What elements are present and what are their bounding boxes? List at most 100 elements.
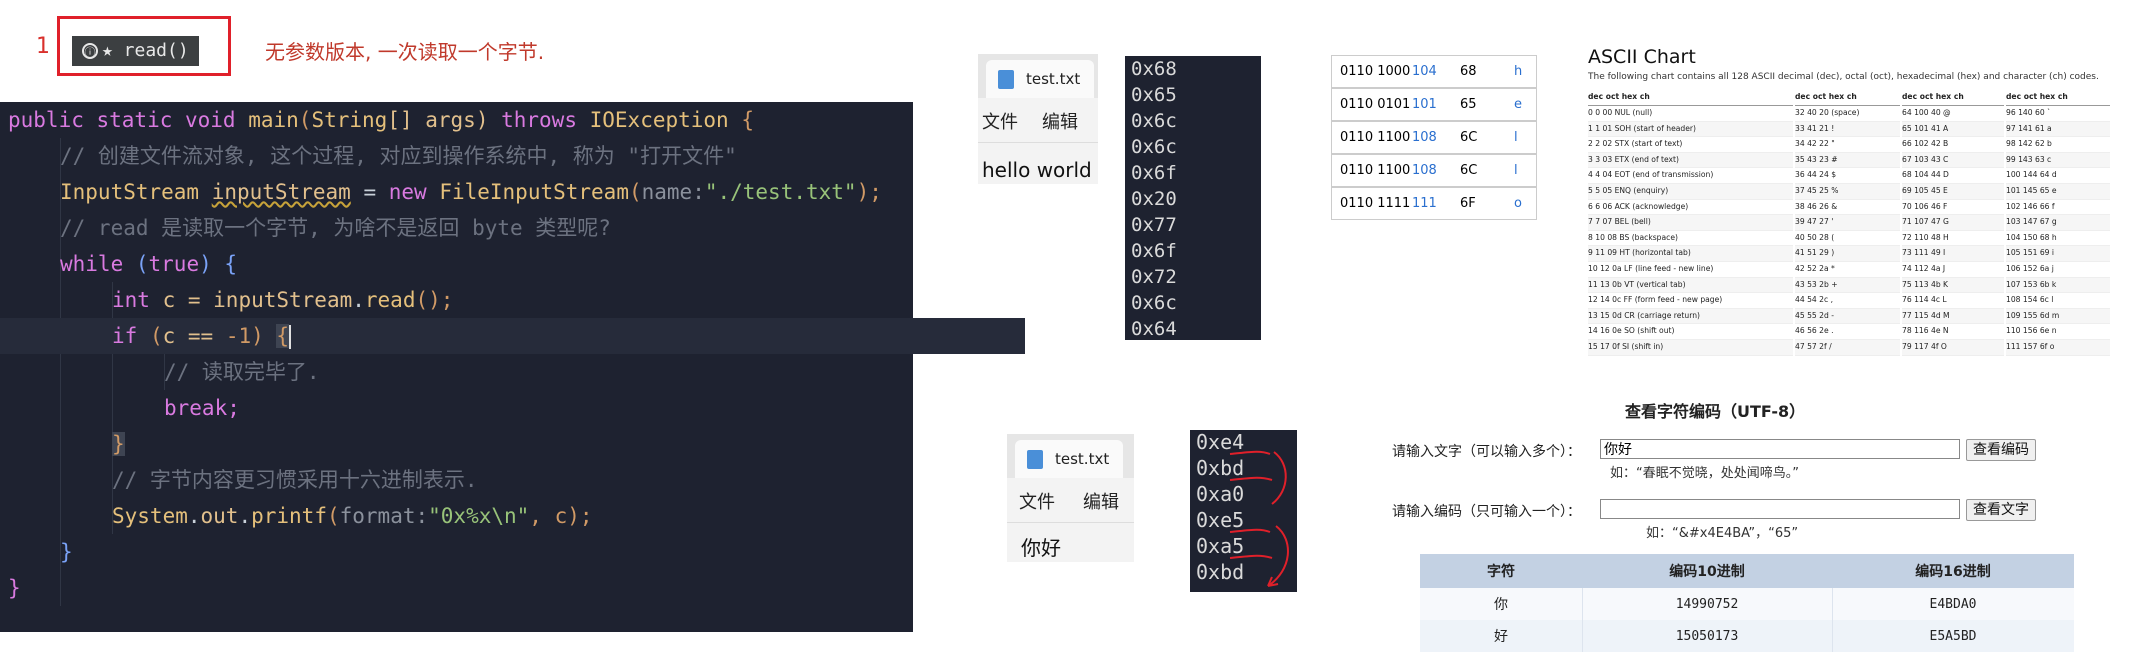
ascii-row: 44 54 2c ,: [1795, 293, 1900, 309]
table-header: 字符 编码10进制 编码16进制: [1420, 554, 2074, 588]
ascii-row: 67 103 43 C: [1902, 152, 2004, 169]
binary-row: 0110 1100 108 6C l: [1331, 154, 1537, 187]
ascii-row: 4 4 04 EOT (end of transmission): [1588, 168, 1793, 184]
ascii-row: 76 114 4c L: [1902, 293, 2004, 309]
ascii-row: 8 10 08 BS (backspace): [1588, 231, 1793, 247]
code-input-label: 请输入编码（只可输入一个）：: [1392, 504, 1581, 520]
ascii-column: dec oct hex ch 32 40 20 (space) 33 41 21 !…: [1795, 92, 1900, 356]
column-divider: [1582, 588, 1583, 652]
ascii-row: 46 56 2e .: [1795, 324, 1900, 340]
code-line-9[interactable]: break;: [0, 390, 1077, 426]
ascii-row: 69 105 45 E: [1902, 183, 2004, 200]
code-input[interactable]: [1600, 499, 1960, 519]
code-line-7-current[interactable]: if (c == -1) {: [0, 318, 1025, 354]
table-row: 好 15050173 E5A5BD: [1420, 620, 2074, 652]
ascii-row: 6 6 06 ACK (acknowledge): [1588, 200, 1793, 216]
code-line-8[interactable]: // 读取完毕了.: [0, 354, 1077, 390]
ascii-column: dec oct hex ch 0 0 00 NUL (null) 1 1 01 SO…: [1588, 92, 1793, 356]
ascii-row: 78 116 4e N: [1902, 324, 2004, 340]
hex-output-panel-2: 0xe4 0xbd 0xa0 0xe5 0xa5 0xbd: [1190, 430, 1297, 592]
code-line-2[interactable]: // 创建文件流对象, 这个过程, 对应到操作系统中, 称为 "打开文件": [0, 138, 973, 174]
text-input[interactable]: [1600, 439, 1960, 459]
code-line-1[interactable]: public static void main(String[] args) t…: [0, 102, 921, 138]
menu-file[interactable]: 文件: [1019, 488, 1055, 514]
red-annotation-strokes: [1229, 450, 1289, 587]
ascii-column: dec oct hex ch 96 140 60 ` 97 141 61 a 98 1…: [2006, 92, 2110, 356]
menu-edit[interactable]: 编辑: [1042, 108, 1078, 134]
binary-row: 0110 1000 104 68 h: [1331, 55, 1537, 88]
method-label: ★ read(): [102, 40, 189, 61]
divider: [1007, 522, 1134, 523]
hex-line: 0x6f: [1131, 162, 1177, 184]
notepad-window-1: test.txt 文件 编辑 hello world: [978, 54, 1098, 184]
ascii-row: 38 46 26 &: [1795, 200, 1900, 216]
ascii-row: 34 42 22 ": [1795, 137, 1900, 153]
hex-line: 0x72: [1131, 266, 1177, 288]
ascii-chart-table: dec oct hex ch 0 0 00 NUL (null) 1 1 01 SO…: [1588, 92, 2110, 356]
ascii-header: dec oct hex ch: [2006, 92, 2110, 106]
code-line-5[interactable]: while (true) {: [0, 246, 973, 282]
code-line-4[interactable]: // read 是读取一个字节, 为啥不是返回 byte 类型呢?: [0, 210, 973, 246]
notepad-icon: [998, 70, 1014, 89]
ascii-row: 10 12 0a LF (line feed - new line): [1588, 262, 1793, 278]
menu-edit[interactable]: 编辑: [1083, 488, 1119, 514]
ascii-row: 106 152 6a j: [2006, 262, 2110, 278]
code-line-10[interactable]: }: [0, 426, 1025, 462]
ascii-row: 102 146 66 f: [2006, 200, 2110, 216]
ascii-row: 111 157 6f o: [2006, 339, 2110, 356]
ascii-row: 45 55 2d -: [1795, 308, 1900, 325]
ascii-row: 72 110 48 H: [1902, 231, 2004, 247]
file-content[interactable]: hello world: [982, 158, 1092, 182]
tab-bar: test.txt: [1007, 434, 1134, 478]
ascii-row: 73 111 49 I: [1902, 246, 2004, 262]
ascii-row: 40 50 28 (: [1795, 231, 1900, 247]
code-line-14[interactable]: }: [0, 570, 921, 606]
view-encoding-button[interactable]: 查看编码: [1966, 439, 2036, 461]
ascii-row: 79 117 4f O: [1902, 339, 2004, 356]
ascii-row: 42 52 2a *: [1795, 262, 1900, 278]
code-input-hint: 如：“&#x4E4BA”，“65”: [1646, 526, 1799, 541]
ascii-row: 71 107 47 G: [1902, 215, 2004, 231]
ascii-row: 104 150 68 h: [2006, 231, 2110, 247]
ascii-row: 0 0 00 NUL (null): [1588, 106, 1793, 122]
code-line-11[interactable]: // 字节内容更习惯采用十六进制表示.: [0, 462, 1025, 498]
tab-test-txt[interactable]: test.txt: [1015, 440, 1124, 478]
text-input-hint: 如：“春眠不觉晓，处处闻啼鸟。”: [1610, 466, 1799, 481]
code-line-6[interactable]: int c = inputStream.read();: [0, 282, 1025, 318]
table-row: 你 14990752 E4BDA0: [1420, 588, 2074, 620]
code-line-3[interactable]: InputStream inputStream = new FileInputS…: [0, 174, 973, 210]
ascii-column: dec oct hex ch 64 100 40 @65 101 41 A 66 1…: [1902, 92, 2004, 356]
notepad-icon: [1027, 450, 1043, 469]
text-cursor: [289, 325, 292, 349]
tab-test-txt[interactable]: test.txt: [986, 60, 1095, 98]
column-divider: [1832, 588, 1833, 652]
ascii-row: 68 104 44 D: [1902, 168, 2004, 184]
ascii-row: 100 144 64 d: [2006, 168, 2110, 184]
ascii-row: 77 115 4d M: [1902, 308, 2004, 325]
tab-bar: test.txt: [978, 54, 1098, 98]
ascii-row: 96 140 60 `: [2006, 106, 2110, 122]
ascii-row: 32 40 20 (space): [1795, 106, 1900, 122]
ascii-row: 43 53 2b +: [1795, 277, 1900, 294]
code-line-12[interactable]: System.out.printf(format:"0x%x\n", c);: [0, 498, 1025, 534]
ascii-header: dec oct hex ch: [1795, 92, 1900, 106]
ascii-row: 65 101 41 A: [1902, 121, 2004, 138]
annotation-number: 1: [36, 34, 50, 59]
file-content[interactable]: 你好: [1021, 532, 1061, 561]
menu-file[interactable]: 文件: [982, 108, 1018, 134]
code-line-13[interactable]: }: [0, 534, 973, 570]
binary-row: 0110 0101 101 65 e: [1331, 88, 1537, 121]
method-description: 无参数版本, 一次读取一个字节.: [265, 40, 545, 64]
ascii-row: 105 151 69 i: [2006, 246, 2110, 262]
code-editor[interactable]: public static void main(String[] args) t…: [0, 102, 1025, 632]
ascii-chart-subtitle: The following chart contains all 128 ASC…: [1588, 72, 2099, 82]
column-header: 编码10进制: [1669, 564, 1745, 580]
ascii-row: 33 41 21 !: [1795, 121, 1900, 138]
column-header: 字符: [1487, 564, 1515, 580]
ascii-row: 35 43 23 #: [1795, 152, 1900, 169]
ascii-row: 110 156 6e n: [2006, 324, 2110, 340]
ascii-row: 3 3 03 ETX (end of text): [1588, 152, 1793, 169]
view-text-button[interactable]: 查看文字: [1966, 499, 2036, 521]
ascii-row: 7 7 07 BEL (bell): [1588, 215, 1793, 231]
ascii-row: 2 2 02 STX (start of text): [1588, 137, 1793, 153]
